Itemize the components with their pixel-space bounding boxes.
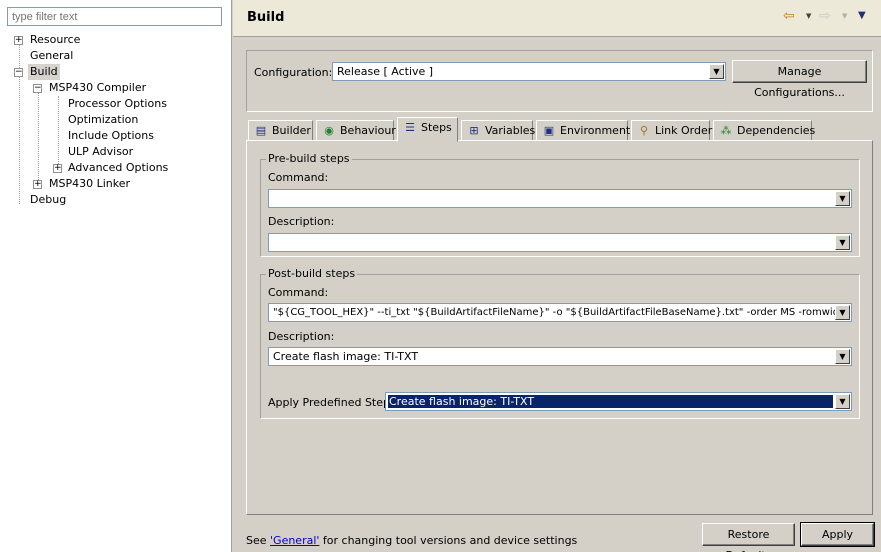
pre-build-command-label: Command:	[268, 171, 329, 184]
dropdown-arrow-icon[interactable]: ▼	[835, 305, 850, 320]
configuration-label: Configuration:	[254, 66, 333, 79]
tab-builder[interactable]: ▤ Builder	[248, 120, 313, 141]
pre-build-group-label: Pre-build steps	[266, 152, 352, 165]
back-arrow-icon[interactable]: ⇦	[783, 8, 795, 24]
header-bar: Build ⇦ ▼ ⇨ ▼ ▼	[233, 0, 881, 37]
properties-panel: Build ⇦ ▼ ⇨ ▼ ▼ Configuration: Release […	[233, 0, 881, 552]
footer-suffix: for changing tool versions and device se…	[319, 534, 578, 547]
tab-steps[interactable]: ☰ Steps	[397, 117, 458, 142]
manage-configurations-button[interactable]: Manage Configurations...	[732, 60, 867, 99]
apply-button[interactable]: Apply	[800, 522, 875, 547]
tree-item-debug[interactable]: Debug	[30, 192, 66, 208]
tree-item-optimization[interactable]: Optimization	[68, 112, 138, 128]
tree-item-include-options[interactable]: Include Options	[68, 128, 154, 144]
dropdown-arrow-icon[interactable]: ▼	[835, 235, 850, 250]
builder-icon: ▤	[255, 124, 267, 137]
apply-predefined-step-label: Apply Predefined Step:	[268, 396, 394, 409]
tab-label: Behaviour	[340, 124, 396, 137]
link-order-icon: ⚲	[639, 124, 649, 137]
collapse-icon[interactable]: −	[14, 68, 23, 77]
environment-icon: ▣	[543, 124, 555, 137]
dependencies-icon: ⁂	[720, 124, 732, 137]
post-build-description-input[interactable]: Create flash image: TI-TXT ▼	[268, 347, 852, 366]
post-build-command-value: "${CG_TOOL_HEX}" --ti_txt "${BuildArtifa…	[273, 307, 852, 318]
tree-item-label: General	[30, 49, 74, 62]
post-build-group-label: Post-build steps	[266, 267, 358, 280]
forward-arrow-icon[interactable]: ⇨	[819, 8, 831, 24]
dropdown-arrow-icon[interactable]: ▼	[835, 349, 850, 364]
tab-label: Link Order	[655, 124, 713, 137]
tab-dependencies[interactable]: ⁂ Dependencies	[713, 120, 816, 141]
post-build-command-label: Command:	[268, 286, 329, 299]
tree-item-label: ULP Advisor	[68, 145, 134, 158]
tab-label: Builder	[272, 124, 311, 137]
dropdown-arrow-icon[interactable]: ▼	[835, 394, 850, 409]
tab-label: Dependencies	[737, 124, 816, 137]
pre-build-description-label: Description:	[268, 215, 335, 228]
dropdown-arrow-icon[interactable]: ▼	[709, 64, 724, 79]
pre-build-description-input[interactable]: ▼	[268, 233, 852, 252]
tab-label: Steps	[421, 121, 452, 134]
tree-line	[58, 96, 59, 168]
filter-input[interactable]	[7, 7, 222, 26]
tree-item-label: Build	[28, 64, 60, 80]
expand-icon[interactable]: +	[53, 164, 62, 173]
tab-label: Environment	[560, 124, 631, 137]
tree-item-label: Resource	[30, 33, 81, 46]
expand-icon[interactable]: +	[14, 36, 23, 45]
tree-item-processor-options[interactable]: Processor Options	[68, 96, 167, 112]
expand-icon[interactable]: +	[33, 180, 42, 189]
restore-defaults-button[interactable]: Restore Defaults	[702, 523, 795, 552]
collapse-icon[interactable]: −	[33, 84, 42, 93]
tab-behaviour[interactable]: ◉ Behaviour	[316, 120, 396, 141]
tree-item-label: Advanced Options	[68, 161, 169, 174]
tab-label: Variables	[485, 124, 536, 137]
back-menu-icon[interactable]: ▼	[806, 12, 811, 20]
footer-prefix: See	[246, 534, 271, 547]
tab-variables[interactable]: ⊞ Variables	[461, 120, 536, 141]
dropdown-arrow-icon[interactable]: ▼	[835, 191, 850, 206]
post-build-description-value: Create flash image: TI-TXT	[273, 350, 419, 363]
tab-link-order[interactable]: ⚲ Link Order	[631, 120, 713, 141]
page-title: Build	[247, 10, 285, 25]
tree-item-general[interactable]: General	[30, 48, 73, 64]
apply-predefined-step-select[interactable]: Create flash image: TI-TXT ▼	[385, 392, 852, 411]
tree-line	[38, 92, 39, 188]
behaviour-icon: ◉	[324, 124, 334, 137]
steps-icon: ☰	[405, 121, 415, 134]
general-link[interactable]: 'General'	[270, 534, 319, 547]
pre-build-command-input[interactable]: ▼	[268, 189, 852, 208]
apply-predefined-step-value: Create flash image: TI-TXT	[388, 395, 833, 408]
tree-item-label: Processor Options	[68, 97, 167, 110]
tree-item-label: MSP430 Linker	[49, 177, 131, 190]
post-build-command-input[interactable]: "${CG_TOOL_HEX}" --ti_txt "${BuildArtifa…	[268, 303, 852, 322]
tree-item-label: MSP430 Compiler	[49, 81, 147, 94]
configuration-value: Release [ Active ]	[337, 65, 434, 78]
tree-item-label: Include Options	[68, 129, 154, 142]
navigation-tree-panel: + Resource General − Build − MSP430 Comp…	[0, 0, 232, 552]
view-menu-icon[interactable]: ▼	[858, 10, 866, 21]
post-build-description-label: Description:	[268, 330, 335, 343]
tree-item-label: Optimization	[68, 113, 139, 126]
tree-item-label: Debug	[30, 193, 67, 206]
configuration-select[interactable]: Release [ Active ] ▼	[332, 62, 726, 81]
forward-menu-icon[interactable]: ▼	[842, 12, 847, 20]
tree-item-ulp-advisor[interactable]: ULP Advisor	[68, 144, 133, 160]
footer-note: See 'General' for changing tool versions…	[246, 534, 577, 547]
tab-environment[interactable]: ▣ Environment	[536, 120, 631, 141]
variables-icon: ⊞	[469, 124, 479, 137]
